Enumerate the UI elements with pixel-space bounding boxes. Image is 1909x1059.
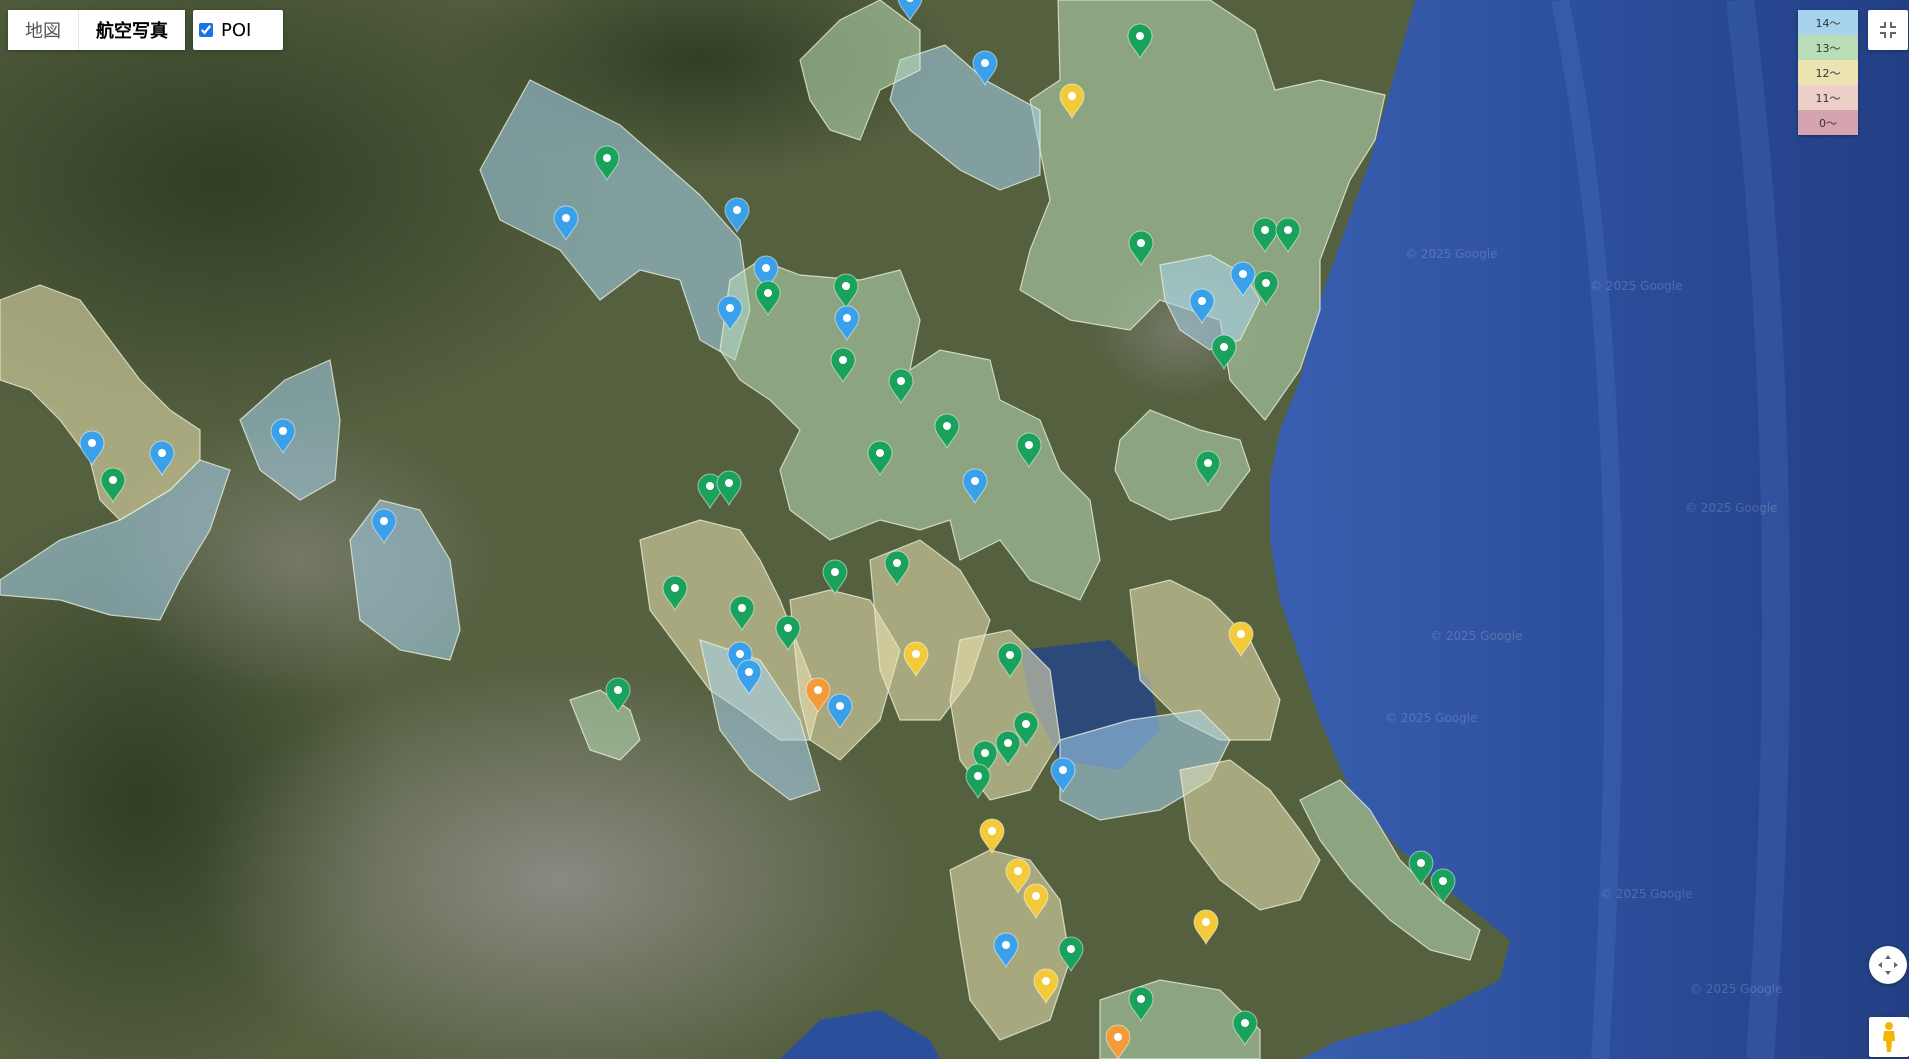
map-type-satellite-button[interactable]: 航空写真 xyxy=(79,10,185,50)
legend-item: 12〜 xyxy=(1798,60,1858,85)
map-attribution: © 2025 Google xyxy=(1385,711,1477,725)
map-attribution: © 2025 Google xyxy=(1690,982,1782,996)
camera-control-button[interactable] xyxy=(1869,946,1907,984)
legend-item: 0〜 xyxy=(1798,110,1858,135)
map-attribution: © 2025 Google xyxy=(1430,629,1522,643)
poi-label: POI xyxy=(221,19,252,41)
legend: 14〜 13〜 12〜 11〜 0〜 xyxy=(1798,10,1858,135)
poi-toggle: POI xyxy=(193,10,283,50)
map-type-roadmap-button[interactable]: 地図 xyxy=(8,10,79,50)
legend-item: 14〜 xyxy=(1798,10,1858,35)
map-attribution: © 2025 Google xyxy=(1405,247,1497,261)
legend-item: 11〜 xyxy=(1798,85,1858,110)
map-type-control: 地図 航空写真 xyxy=(8,10,185,50)
aerial-map[interactable]: © 2025 Google © 2025 Google © 2025 Googl… xyxy=(0,0,1909,1059)
camera-control-icon xyxy=(1878,955,1898,975)
street-view-pegman[interactable] xyxy=(1869,1017,1909,1057)
pegman-icon xyxy=(1883,1022,1895,1052)
map-attribution: © 2025 Google xyxy=(1600,887,1692,901)
fullscreen-button[interactable] xyxy=(1868,10,1908,50)
legend-item: 13〜 xyxy=(1798,35,1858,60)
poi-checkbox[interactable] xyxy=(199,23,213,37)
map-attribution: © 2025 Google xyxy=(1590,279,1682,293)
map-attribution: © 2025 Google xyxy=(1685,501,1777,515)
exit-fullscreen-icon xyxy=(1880,22,1896,38)
